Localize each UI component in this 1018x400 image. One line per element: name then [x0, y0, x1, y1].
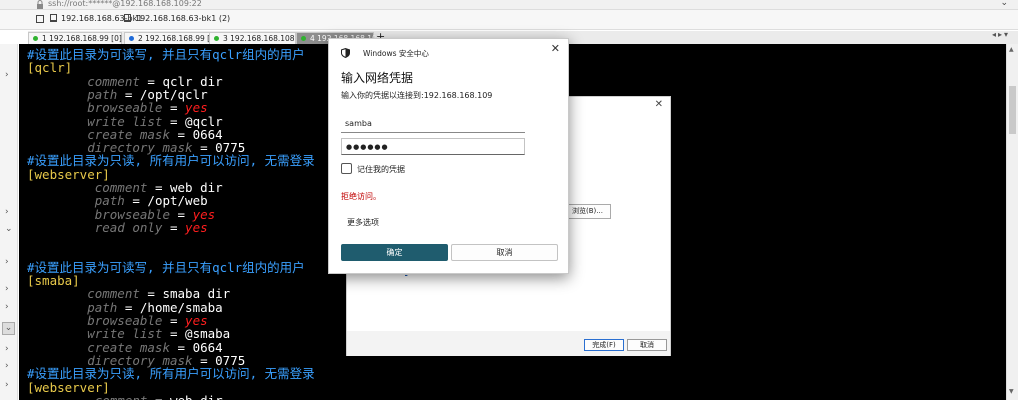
terminal-line: comment = web dir: [27, 181, 223, 194]
scrollbar-thumb[interactable]: [1009, 86, 1016, 134]
terminal-line: #设置此目录为只读, 所有用户可以访问, 无需登录: [27, 367, 315, 380]
terminal-token: comment: [27, 393, 148, 400]
tab-session-1[interactable]: 1 192.168.168.99 [0]: [28, 32, 122, 44]
dialog-title: 输入网络凭据: [341, 71, 414, 85]
terminal-line: [webserver]: [27, 381, 110, 394]
bookmark-icon: [50, 14, 57, 22]
terminal-line: write list = @qclr: [27, 115, 222, 128]
dialog-subtitle: 输入你的凭据以连接到:192.168.168.109: [341, 91, 493, 100]
chevron-down-icon[interactable]: ⌄: [1000, 0, 1008, 8]
terminal-line: directory mask = 0775: [27, 141, 245, 154]
bookmark-icon: [124, 14, 131, 22]
password-field[interactable]: ●●●●●●: [341, 138, 525, 155]
credential-dialog: Windows 安全中心 ✕ 输入网络凭据 输入你的凭据以连接到:192.168…: [328, 38, 569, 274]
terminal-token: = web dir: [147, 393, 223, 400]
terminal-line: path = /opt/qclr: [27, 88, 207, 101]
terminal-line: path = /home/smaba: [27, 301, 222, 314]
close-icon[interactable]: ✕: [551, 42, 560, 55]
dialog-caption: Windows 安全中心: [363, 49, 429, 58]
terminal-line: browseable = yes: [27, 208, 215, 221]
bookmark-item[interactable]: 192.168.168.63-bk1 (2): [124, 14, 230, 26]
shield-icon: [341, 48, 350, 58]
cancel-button[interactable]: 取消: [627, 339, 667, 351]
error-message: 拒绝访问。: [341, 192, 381, 201]
session-bookmarks-bar: 192.168.168.63-bk1 192.168.168.63-bk1 (2…: [0, 10, 1018, 30]
chevron-right-icon[interactable]: ›: [5, 344, 9, 354]
remember-checkbox[interactable]: [341, 163, 352, 174]
chevron-right-icon[interactable]: ›: [5, 361, 9, 371]
chevron-right-icon[interactable]: ›: [5, 380, 9, 390]
terminal-line: #设置此目录为可读写, 并且只有qclr组内的用户: [27, 261, 305, 274]
chevron-right-icon[interactable]: ›: [5, 302, 9, 312]
ok-button[interactable]: 确定: [341, 244, 448, 261]
status-dot: [33, 36, 38, 41]
terminal-line: comment = smaba dir: [27, 287, 230, 300]
status-dot: [214, 36, 219, 41]
terminal-token: read only: [27, 219, 163, 235]
cancel-button[interactable]: 取消: [451, 244, 558, 261]
terminal-line: [smaba]: [27, 274, 80, 287]
more-options-link[interactable]: 更多选项: [347, 217, 379, 228]
tab-session-2[interactable]: 2 192.168.168.99 [1]: [124, 32, 218, 44]
chevron-right-icon[interactable]: ›: [5, 70, 9, 80]
scroll-down-icon[interactable]: ▼: [1009, 388, 1014, 395]
tab-session-3[interactable]: 3 192.168.168.108: [209, 32, 296, 44]
terminal-line: create mask = 0664: [27, 341, 222, 354]
address-text: ssh://root:******@192.168.168.109:22: [48, 0, 202, 8]
address-bar[interactable]: ssh://root:******@192.168.168.109:22 ⌄: [0, 0, 1018, 10]
terminal-line: read only = yes: [27, 221, 208, 234]
terminal-line: #设置此目录为可读写, 并且只有qclr组内的用户: [27, 48, 305, 61]
remember-label: 记住我的凭据: [357, 165, 405, 174]
terminal-line: browseable = yes: [27, 314, 207, 327]
username-field[interactable]: samba: [341, 116, 525, 133]
left-gutter: › › ⌄ › › › ⌄ › › ›: [0, 44, 18, 400]
terminal-line: comment = qclr dir: [27, 75, 222, 88]
terminal-line: [qclr]: [27, 61, 72, 74]
terminal-line: path = /opt/web: [27, 194, 208, 207]
chevron-down-icon[interactable]: ⌄: [5, 224, 13, 234]
terminal-token: =: [162, 219, 186, 235]
terminal-line: directory mask = 0775: [27, 354, 245, 367]
terminal-line: [webserver]: [27, 168, 110, 181]
terminal-scrollbar[interactable]: ▲ ▼: [1006, 44, 1018, 400]
chevron-right-icon[interactable]: ›: [5, 257, 9, 267]
chevron-right-icon[interactable]: ›: [5, 284, 9, 294]
tab-nav-arrows-icon[interactable]: ◂▸▾: [992, 30, 1010, 39]
finish-button[interactable]: 完成(F): [584, 339, 624, 351]
terminal-token: yes: [185, 219, 208, 235]
chevron-right-icon[interactable]: ›: [5, 207, 9, 217]
terminal-line: create mask = 0664: [27, 128, 222, 141]
browse-button[interactable]: 浏览(B)...: [564, 204, 611, 219]
terminal-line: comment = web dir: [27, 394, 223, 400]
terminal-line: #设置此目录为只读, 所有用户可以访问, 无需登录: [27, 154, 315, 167]
session-manager-icon[interactable]: [36, 15, 44, 23]
chevron-down-icon[interactable]: ⌄: [2, 322, 15, 335]
terminal-line: browseable = yes: [27, 101, 207, 114]
lock-icon: [37, 0, 43, 9]
terminal-line: write list = @smaba: [27, 327, 230, 340]
scroll-up-icon[interactable]: ▲: [1009, 46, 1014, 53]
status-dot: [129, 36, 134, 41]
status-dot: [301, 36, 306, 41]
close-icon[interactable]: ✕: [655, 99, 663, 110]
